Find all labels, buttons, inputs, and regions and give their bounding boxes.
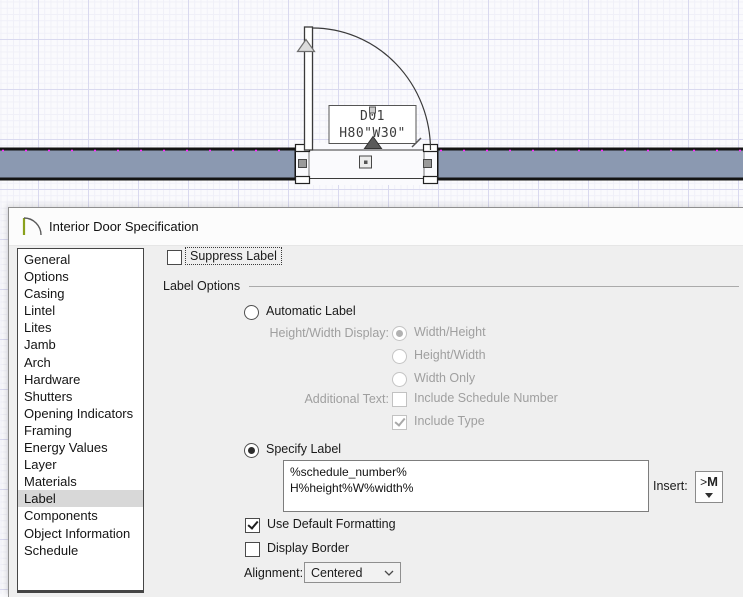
use-default-formatting-text[interactable]: Use Default Formatting	[267, 517, 396, 531]
automatic-label-text[interactable]: Automatic Label	[266, 304, 356, 318]
insert-button-letter: M	[707, 474, 718, 489]
sidebar-item-hardware[interactable]: Hardware	[18, 371, 143, 388]
width-only-radio	[392, 371, 407, 387]
edit-handle-left[interactable]	[298, 159, 307, 168]
sidebar-item-lites[interactable]: Lites	[18, 319, 143, 336]
width-only-text: Width Only	[414, 371, 476, 385]
casing-mark-bottom-left	[294, 175, 311, 185]
casing-mark-bottom-right	[422, 175, 439, 185]
width-height-text: Width/Height	[414, 325, 486, 339]
automatic-label-radio[interactable]	[244, 304, 259, 320]
include-schedule-number-checkbox	[392, 391, 407, 407]
group-separator	[249, 286, 739, 287]
dropdown-caret-icon	[705, 493, 713, 498]
wall-left[interactable]	[0, 147, 298, 181]
sidebar-item-jamb[interactable]: Jamb	[18, 336, 143, 353]
include-type-checkbox	[392, 414, 407, 430]
sidebar-item-options[interactable]: Options	[18, 268, 143, 285]
label-text-input[interactable]: %schedule_number% H%height%W%width%	[283, 460, 649, 512]
label-options-group-title: Label Options	[163, 279, 241, 293]
sidebar-item-label[interactable]: Label	[18, 490, 143, 508]
door-icon	[22, 217, 42, 236]
alignment-value: Centered	[311, 565, 363, 580]
sidebar-item-opening-indicators[interactable]: Opening Indicators	[18, 405, 143, 422]
sidebar-item-components[interactable]: Components	[18, 507, 143, 524]
display-border-checkbox[interactable]	[245, 541, 260, 557]
include-schedule-number-text: Include Schedule Number	[414, 391, 558, 405]
alignment-label: Alignment:	[244, 566, 304, 580]
suppress-label-text[interactable]: Suppress Label	[185, 247, 282, 265]
edit-handle-right[interactable]	[423, 159, 432, 168]
chevron-down-icon	[384, 570, 394, 576]
sidebar-item-layer[interactable]: Layer	[18, 456, 143, 473]
label-move-handle[interactable]	[369, 106, 376, 114]
insert-label: Insert:	[653, 479, 688, 493]
sidebar-item-materials[interactable]: Materials	[18, 473, 143, 490]
sidebar-item-casing[interactable]: Casing	[18, 285, 143, 302]
include-type-text: Include Type	[414, 414, 485, 428]
specify-label-radio[interactable]	[244, 442, 259, 458]
dialog-titlebar[interactable]: Interior Door Specification	[9, 208, 743, 246]
sidebar-item-framing[interactable]: Framing	[18, 422, 143, 439]
alignment-select[interactable]: Centered	[304, 562, 401, 583]
width-height-radio	[392, 325, 407, 341]
specify-label-text[interactable]: Specify Label	[266, 442, 341, 456]
height-width-radio	[392, 348, 407, 364]
suppress-label-checkbox[interactable]	[167, 249, 182, 265]
sidebar-item-energy-values[interactable]: Energy Values	[18, 439, 143, 456]
interior-door-specification-dialog: Interior Door Specification General Opti…	[8, 207, 743, 597]
additional-text-label: Additional Text:	[304, 392, 389, 406]
sidebar-item-object-information[interactable]: Object Information	[18, 525, 143, 542]
wall-right[interactable]	[435, 147, 743, 181]
sidebar-item-lintel[interactable]: Lintel	[18, 302, 143, 319]
sidebar-item-shutters[interactable]: Shutters	[18, 388, 143, 405]
height-width-display-label: Height/Width Display:	[269, 326, 390, 340]
sidebar-item-arch[interactable]: Arch	[18, 354, 143, 371]
sidebar-item-general[interactable]: General	[18, 251, 143, 268]
display-border-text[interactable]: Display Border	[267, 541, 349, 555]
sidebar-item-schedule[interactable]: Schedule	[18, 542, 143, 559]
panel-list: General Options Casing Lintel Lites Jamb…	[17, 248, 144, 593]
dialog-title: Interior Door Specification	[49, 219, 199, 234]
plan-drawing: D01 H80"W30"	[0, 26, 743, 185]
use-default-formatting-checkbox[interactable]	[245, 517, 260, 533]
edit-handle-center-dot	[364, 160, 368, 164]
insert-macro-button[interactable]: >M	[695, 471, 723, 503]
height-width-text: Height/Width	[414, 348, 486, 362]
